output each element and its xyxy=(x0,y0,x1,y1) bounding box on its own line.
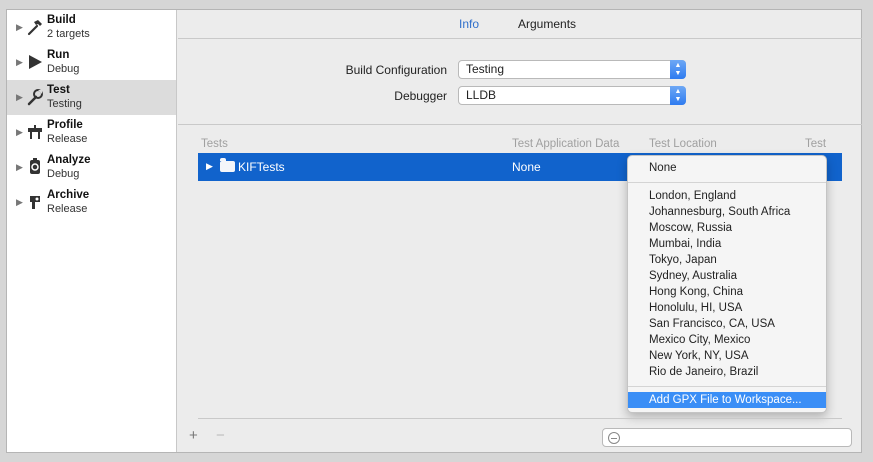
sidebar-item-label: Archive xyxy=(47,189,90,201)
sidebar-item-label: Run xyxy=(47,49,70,61)
filter-icon xyxy=(608,432,620,444)
menu-item-location[interactable]: Sydney, Australia xyxy=(628,268,826,284)
disclosure-triangle-icon[interactable]: ▶ xyxy=(16,127,23,137)
column-header-test-application-data[interactable]: Test Application Data xyxy=(512,138,619,150)
debugger-label: Debugger xyxy=(394,89,447,103)
sidebar-item-analyze[interactable]: ▶ Analyze Debug xyxy=(7,150,176,185)
menu-item-location[interactable]: Hong Kong, China xyxy=(628,284,826,300)
sidebar-item-sublabel: Release xyxy=(47,133,88,145)
sidebar-item-label: Test xyxy=(47,84,70,96)
sidebar-item-test[interactable]: ▶ Test Testing xyxy=(7,80,176,115)
sidebar-item-build[interactable]: ▶ Build 2 targets xyxy=(7,10,176,45)
build-configuration-value: Testing xyxy=(466,62,505,76)
menu-separator xyxy=(628,386,826,387)
divider xyxy=(178,124,862,125)
build-configuration-popup[interactable]: Testing ▲ ▼ xyxy=(458,60,686,79)
profile-icon xyxy=(28,125,42,139)
divider xyxy=(198,418,842,419)
disclosure-triangle-icon[interactable]: ▶ xyxy=(16,197,23,207)
popup-stepper-icon: ▲ ▼ xyxy=(670,86,686,105)
menu-item-add-gpx-file[interactable]: Add GPX File to Workspace... xyxy=(628,392,826,408)
tab-info[interactable]: Info xyxy=(459,17,479,31)
menu-item-location[interactable]: Honolulu, HI, USA xyxy=(628,300,826,316)
folder-icon xyxy=(220,158,235,172)
sidebar-item-profile[interactable]: ▶ Profile Release xyxy=(7,115,176,150)
menu-item-location[interactable]: Mumbai, India xyxy=(628,236,826,252)
debugger-value: LLDB xyxy=(466,88,497,102)
column-header-test-location[interactable]: Test Location xyxy=(649,138,717,150)
test-bundle-name: KIFTests xyxy=(238,160,285,174)
play-icon xyxy=(29,55,42,69)
tab-arguments[interactable]: Arguments xyxy=(518,17,576,31)
sidebar-item-label: Analyze xyxy=(47,154,91,166)
menu-item-location[interactable]: Moscow, Russia xyxy=(628,220,826,236)
column-header-tests[interactable]: Tests xyxy=(201,138,228,150)
tab-bar: Info Arguments xyxy=(178,10,862,39)
sidebar-item-sublabel: Debug xyxy=(47,168,80,180)
analyze-icon xyxy=(30,158,40,174)
menu-item-location[interactable]: San Francisco, CA, USA xyxy=(628,316,826,332)
disclosure-triangle-icon[interactable]: ▶ xyxy=(16,22,23,32)
menu-item-location[interactable]: New York, NY, USA xyxy=(628,348,826,364)
filter-input[interactable] xyxy=(602,428,852,447)
menu-item-location[interactable]: London, England xyxy=(628,188,826,204)
sidebar-item-label: Profile xyxy=(47,119,83,131)
disclosure-triangle-icon[interactable]: ▶ xyxy=(206,161,213,172)
build-configuration-label: Build Configuration xyxy=(345,63,447,77)
scheme-editor-window: ▶ Build 2 targets ▶ Run Debug ▶ Test Tes… xyxy=(6,9,862,453)
disclosure-triangle-icon[interactable]: ▶ xyxy=(16,92,23,102)
test-application-data-value[interactable]: None xyxy=(512,160,541,174)
menu-item-location[interactable]: Mexico City, Mexico xyxy=(628,332,826,348)
sidebar-item-sublabel: Debug xyxy=(47,63,80,75)
add-test-button[interactable]: + xyxy=(189,428,198,444)
test-location-menu: None London, England Johannesburg, South… xyxy=(627,155,827,413)
column-header-test[interactable]: Test xyxy=(805,138,826,150)
disclosure-triangle-icon[interactable]: ▶ xyxy=(16,57,23,67)
hammer-icon xyxy=(27,20,42,36)
sidebar-item-run[interactable]: ▶ Run Debug xyxy=(7,45,176,80)
sidebar-item-sublabel: Release xyxy=(47,203,88,215)
popup-stepper-icon: ▲ ▼ xyxy=(670,60,686,79)
menu-item-location[interactable]: Tokyo, Japan xyxy=(628,252,826,268)
menu-separator xyxy=(628,182,826,183)
sidebar-item-sublabel: Testing xyxy=(47,98,82,110)
menu-item-location[interactable]: Johannesburg, South Africa xyxy=(628,204,826,220)
sidebar-item-sublabel: 2 targets xyxy=(47,28,90,40)
menu-item-none[interactable]: None xyxy=(628,160,826,176)
scheme-actions-sidebar: ▶ Build 2 targets ▶ Run Debug ▶ Test Tes… xyxy=(7,10,177,452)
test-action-pane: Info Arguments Build Configuration Testi… xyxy=(178,10,862,452)
remove-test-button[interactable]: − xyxy=(216,428,225,444)
sidebar-item-archive[interactable]: ▶ Archive Release xyxy=(7,185,176,220)
wrench-icon xyxy=(27,89,43,106)
debugger-popup[interactable]: LLDB ▲ ▼ xyxy=(458,86,686,105)
menu-item-location[interactable]: Rio de Janeiro, Brazil xyxy=(628,364,826,380)
sidebar-item-label: Build xyxy=(47,14,76,26)
archive-icon xyxy=(30,196,40,209)
disclosure-triangle-icon[interactable]: ▶ xyxy=(16,162,23,172)
